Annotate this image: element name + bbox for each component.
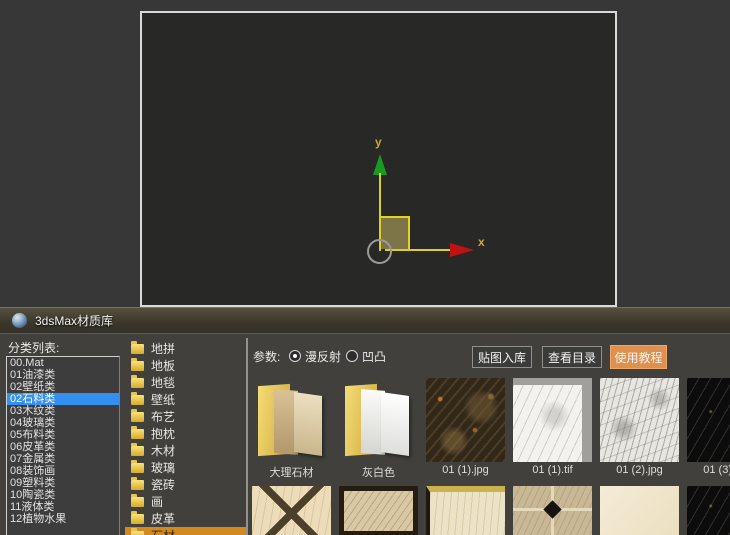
y-axis-arrow-icon[interactable] bbox=[373, 154, 387, 175]
radio-bump-label[interactable]: 凹凸 bbox=[362, 348, 386, 365]
category-item[interactable]: 07金属类 bbox=[7, 453, 119, 465]
folder-item-label: 皮革 bbox=[151, 512, 176, 526]
thumbnail-label: 大理石材 bbox=[269, 467, 314, 479]
thumbnail-image[interactable] bbox=[600, 486, 679, 535]
3d-viewport[interactable]: y x bbox=[140, 11, 617, 307]
folder-item-label: 抱枕 bbox=[151, 427, 176, 441]
thumbnail-folder-marble[interactable] bbox=[252, 378, 331, 462]
folder-item-label: 地毯 bbox=[151, 376, 176, 390]
thumbnail-image[interactable] bbox=[339, 486, 418, 535]
thumbnail-image[interactable] bbox=[600, 378, 679, 462]
params-label: 参数: bbox=[253, 350, 281, 364]
category-item[interactable]: 06皮革类 bbox=[7, 441, 119, 453]
folder-item[interactable]: 木材 bbox=[125, 442, 246, 459]
folder-item-label: 布艺 bbox=[151, 410, 176, 424]
folder-item-label: 壁纸 bbox=[151, 393, 176, 407]
folder-item[interactable]: 地拼 bbox=[125, 340, 246, 357]
thumbnail-image[interactable] bbox=[513, 378, 592, 462]
folder-icon bbox=[131, 408, 144, 422]
category-item[interactable]: 00.Mat bbox=[7, 357, 119, 369]
folder-icon bbox=[131, 527, 144, 535]
thumbnail-folder-graywhite[interactable] bbox=[339, 378, 418, 462]
folder-icon bbox=[131, 476, 144, 490]
tile-diamond-inlay bbox=[543, 500, 562, 519]
folder-item[interactable]: 布艺 bbox=[125, 408, 246, 425]
thumbnail-label: 01 (1).tif bbox=[532, 464, 573, 476]
folder-item-label: 画 bbox=[151, 495, 164, 509]
folder-item[interactable]: 壁纸 bbox=[125, 391, 246, 408]
folder-icon bbox=[131, 425, 144, 439]
panel-divider bbox=[246, 338, 248, 535]
folder-item[interactable]: 瓷砖 bbox=[125, 476, 246, 493]
category-item[interactable]: 04玻璃类 bbox=[7, 417, 119, 429]
radio-bump[interactable] bbox=[346, 350, 358, 362]
thumbnail-image[interactable] bbox=[687, 486, 730, 535]
thumbnail-image[interactable] bbox=[252, 486, 331, 535]
thumbnail-label: 01 (3).jpg bbox=[703, 464, 730, 476]
folder-item[interactable]: 画 bbox=[125, 493, 246, 510]
y-axis-label: y bbox=[375, 135, 382, 149]
category-item[interactable]: 03木纹类 bbox=[7, 405, 119, 417]
folder-list: 地拼 地板 地毯 壁纸 布艺 抱枕 木材 玻璃 瓷砖 画 皮革 石材 bbox=[125, 340, 246, 535]
app-icon bbox=[12, 313, 27, 328]
category-item[interactable]: 12植物水果 bbox=[7, 513, 119, 525]
folder-item-label: 木材 bbox=[151, 444, 176, 458]
folder-sheet bbox=[294, 392, 322, 456]
folder-icon bbox=[131, 374, 144, 388]
browse-directory-button[interactable]: 查看目录 bbox=[542, 346, 602, 368]
category-item-selected[interactable]: 02石料类 bbox=[7, 393, 119, 405]
category-item[interactable]: 10陶瓷类 bbox=[7, 489, 119, 501]
radio-diffuse[interactable] bbox=[289, 350, 301, 362]
folder-icon bbox=[131, 442, 144, 456]
radio-diffuse-label[interactable]: 漫反射 bbox=[305, 348, 341, 365]
thumbnail-label: 01 (2).jpg bbox=[616, 464, 663, 476]
x-axis-label: x bbox=[478, 235, 485, 249]
thumbnail-label: 01 (1).jpg bbox=[442, 464, 489, 476]
screen: y x 3dsMax材质库 分类列表: 00.Mat 01油漆类 02壁纸类 0… bbox=[0, 0, 730, 535]
folder-item-label: 地拼 bbox=[151, 342, 176, 356]
folder-icon bbox=[131, 510, 144, 524]
folder-icon bbox=[131, 493, 144, 507]
thumbnail-label: 灰白色 bbox=[362, 467, 395, 479]
category-item[interactable]: 05布料类 bbox=[7, 429, 119, 441]
import-maps-button[interactable]: 贴图入库 bbox=[472, 346, 532, 368]
folder-item-label: 石材 bbox=[151, 527, 175, 535]
folder-icon bbox=[131, 391, 144, 405]
folder-icon bbox=[131, 357, 144, 371]
tutorial-button[interactable]: 使用教程 bbox=[610, 345, 667, 369]
folder-item[interactable]: 地毯 bbox=[125, 374, 246, 391]
thumbnail-image[interactable] bbox=[426, 378, 505, 462]
x-axis-line[interactable] bbox=[385, 249, 451, 251]
category-item[interactable]: 01油漆类 bbox=[7, 369, 119, 381]
thumbnail-image[interactable] bbox=[426, 486, 505, 535]
thumbnail-image[interactable] bbox=[687, 378, 730, 462]
material-library-window: 3dsMax材质库 分类列表: 00.Mat 01油漆类 02壁纸类 02石料类… bbox=[0, 307, 730, 535]
folder-item-label: 玻璃 bbox=[151, 461, 176, 475]
window-titlebar[interactable]: 3dsMax材质库 bbox=[0, 308, 730, 334]
folder-sheet bbox=[381, 392, 409, 456]
folder-item[interactable]: 地板 bbox=[125, 357, 246, 374]
category-item[interactable]: 08装饰画 bbox=[7, 465, 119, 477]
folder-item-label: 地板 bbox=[151, 359, 176, 373]
folder-item[interactable]: 玻璃 bbox=[125, 459, 246, 476]
folder-icon bbox=[131, 459, 144, 473]
folder-item[interactable]: 抱枕 bbox=[125, 425, 246, 442]
folder-icon bbox=[131, 340, 144, 354]
category-item[interactable]: 11液体类 bbox=[7, 501, 119, 513]
category-item[interactable]: 02壁纸类 bbox=[7, 381, 119, 393]
category-list-label: 分类列表: bbox=[8, 341, 60, 355]
category-listbox[interactable]: 00.Mat 01油漆类 02壁纸类 02石料类 03木纹类 04玻璃类 05布… bbox=[6, 356, 120, 535]
folder-item-label: 瓷砖 bbox=[151, 478, 176, 492]
thumbnail-image[interactable] bbox=[513, 486, 592, 535]
folder-item[interactable]: 皮革 bbox=[125, 510, 246, 527]
folder-item-selected[interactable]: 石材 bbox=[125, 527, 246, 535]
category-item[interactable]: 09塑料类 bbox=[7, 477, 119, 489]
origin-circle[interactable] bbox=[367, 239, 392, 264]
window-title: 3dsMax材质库 bbox=[35, 314, 114, 328]
x-axis-arrow-icon[interactable] bbox=[450, 243, 474, 257]
